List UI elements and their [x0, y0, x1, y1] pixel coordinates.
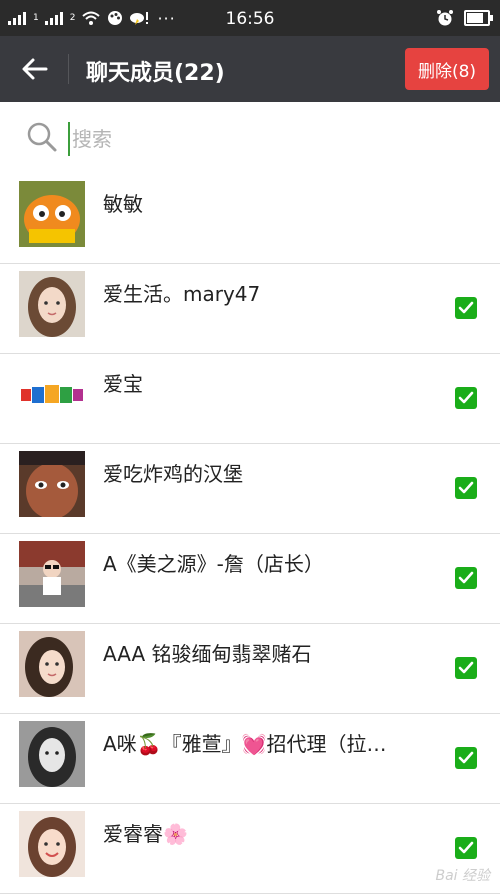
checkbox[interactable] — [455, 567, 477, 589]
member-name: 爱吃炸鸡的汉堡 — [103, 462, 243, 486]
member-name: 爱宝 — [103, 372, 143, 396]
girl-avatar — [19, 271, 85, 337]
checkbox[interactable] — [455, 297, 477, 319]
battery-icon — [464, 10, 493, 26]
checkmark-icon — [458, 751, 474, 764]
member-name: AAA 铭骏缅甸翡翠赌石 — [103, 642, 312, 666]
back-arrow-icon[interactable] — [18, 52, 52, 86]
member-name: A咪🍒『雅萱』💓招代理（拉… — [103, 732, 387, 756]
checkmark-icon — [458, 301, 474, 314]
member-row[interactable]: A咪🍒『雅萱』💓招代理（拉… — [0, 714, 500, 804]
search-bar — [0, 102, 500, 175]
yamami-logo-avatar — [19, 361, 85, 427]
member-row[interactable]: A《美之源》-詹（店长） — [0, 534, 500, 624]
page-title: 聊天成员(22) — [86, 61, 225, 86]
member-row[interactable]: 爱睿睿🌸 — [0, 804, 500, 894]
nav-bar: 聊天成员(22) 删除(8) — [0, 36, 500, 102]
member-row[interactable]: 爱吃炸鸡的汉堡 — [0, 444, 500, 534]
checkmark-icon — [458, 391, 474, 404]
status-bar: 1 2 ··· 16:56 — [0, 0, 500, 36]
woman-avatar — [19, 631, 85, 697]
kid-avatar — [19, 541, 85, 607]
member-name: 爱生活。mary47 — [103, 282, 261, 306]
checkmark-icon — [458, 481, 474, 494]
alarm-icon — [437, 10, 453, 26]
watermark: Bai 经验 — [435, 868, 490, 884]
checkbox[interactable] — [455, 657, 477, 679]
member-name: A《美之源》-詹（店长） — [103, 552, 324, 576]
status-time: 16:56 — [225, 9, 275, 29]
member-row[interactable]: 敏敏 — [0, 174, 500, 264]
search-input[interactable] — [68, 122, 474, 156]
member-name: 敏敏 — [103, 192, 143, 216]
smiling-girl-avatar — [19, 811, 85, 877]
delete-button[interactable]: 删除(8) — [405, 48, 489, 90]
nav-divider — [68, 54, 69, 84]
member-row[interactable]: 爱宝 — [0, 354, 500, 444]
status-right — [436, 0, 493, 36]
checkbox[interactable] — [455, 387, 477, 409]
checkbox[interactable] — [455, 837, 477, 859]
member-list: 敏敏 爱生活。mary47 爱宝 爱吃炸鸡的汉堡 A《美之源》-詹（店长） AA… — [0, 174, 500, 894]
child-face-avatar — [19, 451, 85, 517]
member-name: 爱睿睿🌸 — [103, 822, 188, 846]
checkmark-icon — [458, 571, 474, 584]
garfield-avatar — [19, 181, 85, 247]
member-row[interactable]: AAA 铭骏缅甸翡翠赌石 — [0, 624, 500, 714]
member-row[interactable]: 爱生活。mary47 — [0, 264, 500, 354]
search-icon — [27, 122, 57, 152]
battery-fill — [467, 13, 483, 23]
checkbox[interactable] — [455, 477, 477, 499]
bw-girl-avatar — [19, 721, 85, 787]
checkmark-icon — [458, 841, 474, 854]
checkbox[interactable] — [455, 747, 477, 769]
checkmark-icon — [458, 661, 474, 674]
